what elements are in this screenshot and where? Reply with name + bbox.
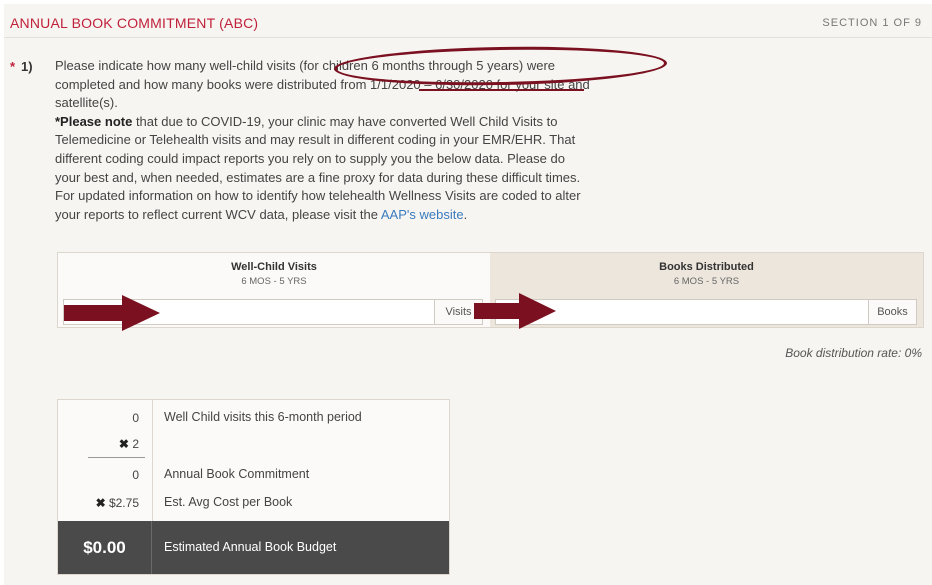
question-line-with-link: your reports to reflect current WCV data… [55,206,735,225]
visits-subheading: 6 MOS - 5 YRS [241,276,307,287]
cost-value: $2.75 [105,496,139,510]
question-number: 1) [21,59,33,74]
budget-total-label: Estimated Annual Book Budget [164,540,337,554]
question-line: satellite(s). [55,95,118,111]
multiplier: ✖ 2 [119,437,139,451]
question-line-end: . [463,206,468,222]
multiply-icon: ✖ [95,496,106,510]
books-input-group: Books [495,299,917,325]
books-input[interactable] [496,300,868,324]
distribution-rate: Book distribution rate: 0% [785,346,922,360]
visits-count: 0 [132,411,139,425]
commitment-count: 0 [132,468,139,482]
calc-divider [152,400,153,521]
budget-total-row: $0.00 Estimated Annual Book Budget [58,521,449,574]
note-text: that due to COVID-19, your clinic may ha… [132,113,558,129]
question-line: Telemedicine or Telehealth visits and ma… [55,132,576,148]
section-header: ANNUAL BOOK COMMITMENT (ABC) SECTION 1 O… [4,4,932,38]
question-line: different coding could impact reports yo… [55,150,565,166]
question-line: your reports to reflect current WCV data… [55,206,381,222]
covid-note: *Please note that due to COVID-19, your … [55,113,735,132]
visits-input[interactable] [64,300,434,324]
entry-table: Well-Child Visits 6 MOS - 5 YRS Visits B… [57,252,924,328]
multiplier-value: 2 [128,437,139,451]
visits-input-group: Visits [63,299,483,325]
section-counter: SECTION 1 OF 9 [822,17,922,29]
question-line: your best and, when needed, estimates ar… [55,169,581,185]
multiply-icon: ✖ [118,437,129,451]
visits-addon: Visits [434,300,482,324]
calc-rule [88,457,145,458]
section-title: ANNUAL BOOK COMMITMENT (ABC) [10,15,259,31]
budget-calculator: 0 Well Child visits this 6-month period … [57,399,450,575]
question-text: Please indicate how many well-child visi… [55,57,735,224]
budget-total: $0.00 [58,521,152,574]
question-line: completed and how many books were distri… [55,76,590,92]
cost-label: Est. Avg Cost per Book [164,495,293,509]
note-bold: *Please note [55,113,133,129]
question-line: For updated information on how to identi… [55,188,581,204]
cost-per-book: ✖ $2.75 [96,496,139,510]
books-heading: Books Distributed [659,261,754,273]
visits-column: Well-Child Visits 6 MOS - 5 YRS Visits [58,253,490,327]
visits-heading: Well-Child Visits [231,261,317,273]
commitment-label: Annual Book Commitment [164,467,310,481]
form-panel: ANNUAL BOOK COMMITMENT (ABC) SECTION 1 O… [4,4,932,585]
aap-website-link[interactable]: AAP's website [381,207,464,222]
books-column: Books Distributed 6 MOS - 5 YRS Books [490,253,923,327]
required-marker: * [10,59,16,74]
books-subheading: 6 MOS - 5 YRS [673,276,740,287]
books-addon: Books [868,300,916,324]
question-line: Please indicate how many well-child visi… [55,58,555,73]
visits-count-label: Well Child visits this 6-month period [164,410,362,424]
